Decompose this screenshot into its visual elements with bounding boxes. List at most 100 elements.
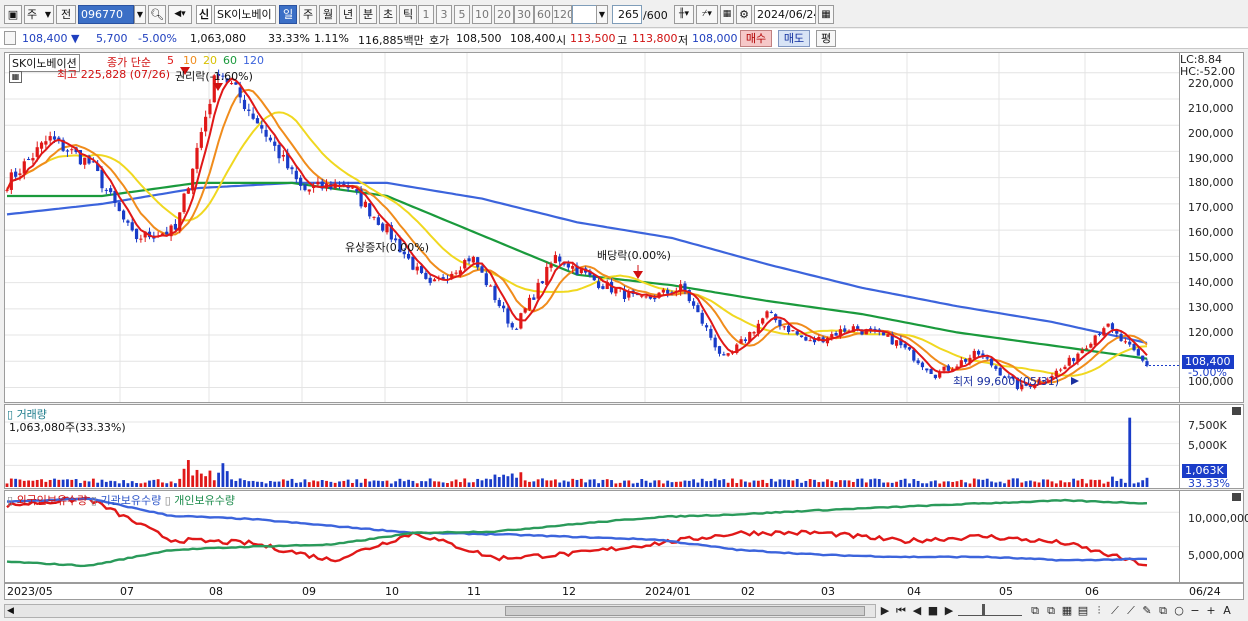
candle xyxy=(1141,355,1145,361)
candle xyxy=(566,263,570,268)
buy-button[interactable]: 매수 xyxy=(740,30,772,47)
tab-period-tick[interactable]: 틱 xyxy=(399,5,417,24)
tab-period-week[interactable]: 주 xyxy=(299,5,317,24)
holdings-panel[interactable]: ▯ 외국인보유수량 ▯ 기관보유수량 ▯ 개인보유수량 xyxy=(4,490,1180,583)
volume-bar xyxy=(597,483,600,487)
price-panel[interactable]: SK이노베이션 종가 단순 5 10 20 60 120 최고 225,828 … xyxy=(4,52,1180,403)
date-input[interactable]: 2024/06/24 xyxy=(754,5,816,24)
chevron-down-icon[interactable]: ▼ xyxy=(596,5,608,24)
scrollbar-thumb[interactable] xyxy=(505,606,865,616)
trend-tool-icon[interactable]: ⟋ xyxy=(1108,603,1122,618)
tab-period-month[interactable]: 월 xyxy=(319,5,337,24)
scroll-left-icon[interactable]: ◀ xyxy=(7,606,14,616)
candle xyxy=(523,308,527,313)
zoom-in-icon[interactable]: + xyxy=(1204,603,1218,618)
candle xyxy=(532,297,536,300)
volume-bar xyxy=(908,483,911,487)
x-label: 03 xyxy=(821,585,835,598)
volume-bar xyxy=(394,481,398,487)
calendar-icon[interactable]: ▦ xyxy=(818,5,834,24)
candle xyxy=(251,113,255,119)
interval-button[interactable]: 30 xyxy=(514,5,534,24)
volume-bar xyxy=(476,478,480,487)
bars-icon[interactable]: ▦ xyxy=(720,5,734,24)
play-icon[interactable]: ▶ xyxy=(878,603,892,618)
sell-button[interactable]: 매도 xyxy=(778,30,810,47)
prev-button[interactable]: 전 xyxy=(56,5,76,24)
pen-icon[interactable]: ✎ xyxy=(1140,603,1154,618)
volume-bar xyxy=(998,481,1002,487)
volume-bar xyxy=(130,481,134,487)
candle xyxy=(614,288,618,294)
tab-period-minute[interactable]: 분 xyxy=(359,5,377,24)
panel-marker-icon: ▯ xyxy=(90,494,97,507)
table-icon[interactable]: ▤ xyxy=(1076,603,1090,618)
candle-type-icon[interactable]: ╫▾ xyxy=(674,5,694,24)
expand-icon[interactable] xyxy=(4,31,16,45)
volume-panel[interactable]: ▯ 거래량 1,063,080주(33.33%) xyxy=(4,404,1180,489)
volume-bar xyxy=(782,479,786,487)
interval-button[interactable]: 120 xyxy=(552,5,572,24)
volume-bar xyxy=(864,482,868,487)
horizontal-scrollbar[interactable]: ◀ xyxy=(4,604,876,618)
volume-bar xyxy=(506,476,510,487)
interval-button[interactable]: 60 xyxy=(534,5,554,24)
font-size-icon[interactable]: A xyxy=(1220,603,1234,618)
volume-bar xyxy=(165,483,169,487)
volume-bar xyxy=(536,479,540,487)
candle xyxy=(722,354,726,356)
search-icon[interactable]: ○ xyxy=(1172,603,1186,618)
panel-close-icon[interactable] xyxy=(1232,493,1241,501)
audio-icon[interactable]: ◀▾ xyxy=(168,5,192,24)
stock-code-dropdown-icon[interactable]: ▼ xyxy=(134,5,146,24)
zoom-out-icon[interactable]: − xyxy=(1188,603,1202,618)
interval-button[interactable]: 5 xyxy=(454,5,470,24)
stop-icon[interactable]: ■ xyxy=(926,603,940,618)
volume-bar xyxy=(61,479,65,487)
chart-icon[interactable]: ⫶ xyxy=(1092,603,1106,618)
volume-bar xyxy=(851,482,855,487)
tab-period-year[interactable]: 년 xyxy=(339,5,357,24)
volume-bar xyxy=(1016,478,1019,487)
volume-bar xyxy=(748,482,752,487)
tab-period-second[interactable]: 초 xyxy=(379,5,397,24)
layout-icon[interactable]: ⧉ xyxy=(1044,603,1058,618)
zoom-slider[interactable] xyxy=(958,604,1022,616)
zoom-slider-handle[interactable] xyxy=(982,604,985,616)
market-type-select[interactable]: 주 ▼ xyxy=(24,5,54,24)
panel-close-icon[interactable] xyxy=(1232,407,1241,415)
grid-settings-icon[interactable]: ▦ xyxy=(9,71,22,83)
gear-icon[interactable]: ⚙ xyxy=(736,5,752,24)
layout-icon[interactable]: ⧉ xyxy=(1028,603,1042,618)
tab-period-day[interactable]: 일 xyxy=(279,5,297,24)
rewind-icon[interactable]: ⏮ xyxy=(894,603,908,618)
stock-code-input[interactable]: 096770 xyxy=(78,5,134,24)
candle xyxy=(463,259,467,269)
volume-bar xyxy=(161,482,164,487)
candle xyxy=(644,296,648,298)
volume-bar xyxy=(22,480,26,487)
next-frame-icon[interactable]: ▶ xyxy=(942,603,956,618)
candle xyxy=(536,282,540,299)
interval-button[interactable]: 20 xyxy=(494,5,514,24)
prev-frame-icon[interactable]: ◀ xyxy=(910,603,924,618)
trend-tool-icon[interactable]: ⟋ xyxy=(1124,603,1138,618)
candle xyxy=(1097,333,1102,335)
draw-tool-icon[interactable]: ⌿▾ xyxy=(696,5,718,24)
volume-bar xyxy=(903,478,907,487)
search-icon[interactable]: 🔍︎ xyxy=(148,5,166,24)
interval-button[interactable]: 10 xyxy=(472,5,492,24)
volume-bar xyxy=(307,482,311,487)
high-label: 고 xyxy=(617,34,628,47)
window-menu-icon[interactable]: ▣ xyxy=(4,5,22,24)
volume-bar xyxy=(964,482,968,487)
volume-bar xyxy=(813,479,816,487)
candle xyxy=(350,187,355,189)
holdings-legend: ▯ 외국인보유수량 ▯ 기관보유수량 ▯ 개인보유수량 xyxy=(7,492,235,508)
layers-icon[interactable]: ⧉ xyxy=(1156,603,1170,618)
count-display-input[interactable]: 265 xyxy=(612,5,642,24)
interval-button[interactable]: 1 xyxy=(418,5,434,24)
grid-icon[interactable]: ▦ xyxy=(1060,603,1074,618)
eval-button[interactable]: 평 xyxy=(816,30,836,47)
interval-button[interactable]: 3 xyxy=(436,5,452,24)
